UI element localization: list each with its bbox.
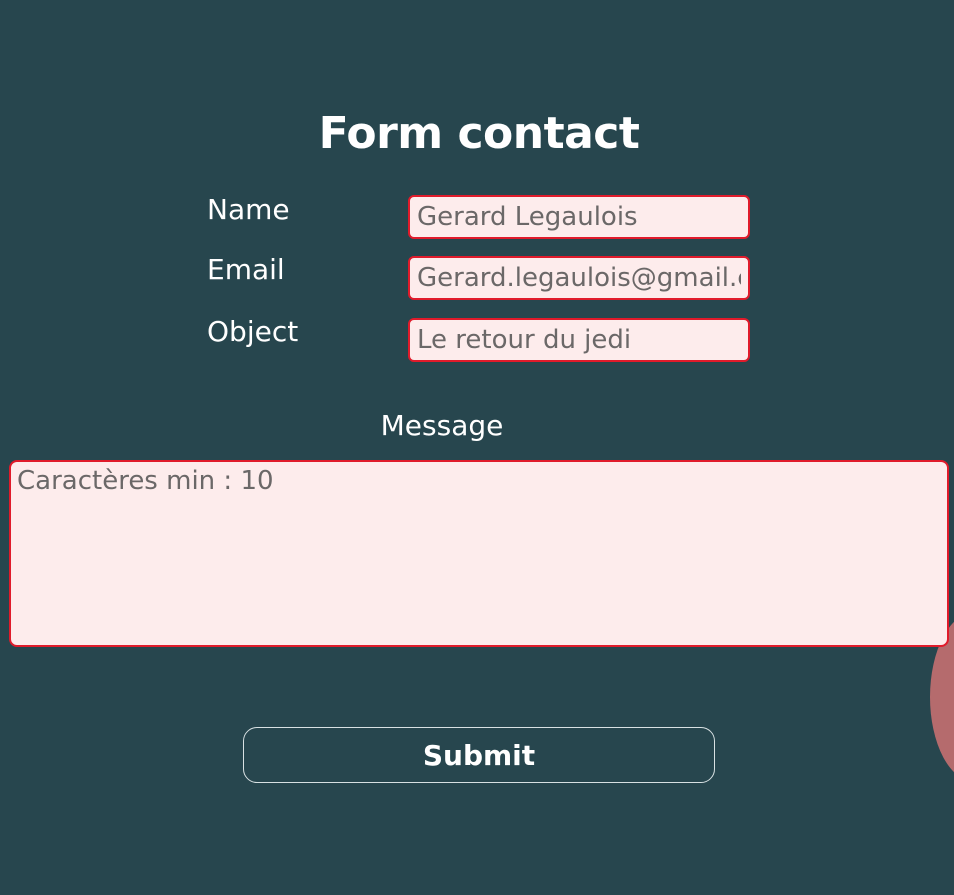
email-field[interactable]: [408, 256, 750, 300]
object-field[interactable]: [408, 318, 750, 362]
contact-page: Form contact Name Email Object Message S…: [0, 0, 954, 895]
object-label: Object: [207, 315, 299, 348]
message-textarea[interactable]: [9, 460, 949, 647]
name-label: Name: [207, 193, 290, 226]
email-label: Email: [207, 253, 285, 286]
name-field[interactable]: [408, 195, 750, 239]
message-label: Message: [380, 409, 504, 442]
submit-button[interactable]: Submit: [243, 727, 715, 783]
page-title: Form contact: [318, 108, 640, 159]
